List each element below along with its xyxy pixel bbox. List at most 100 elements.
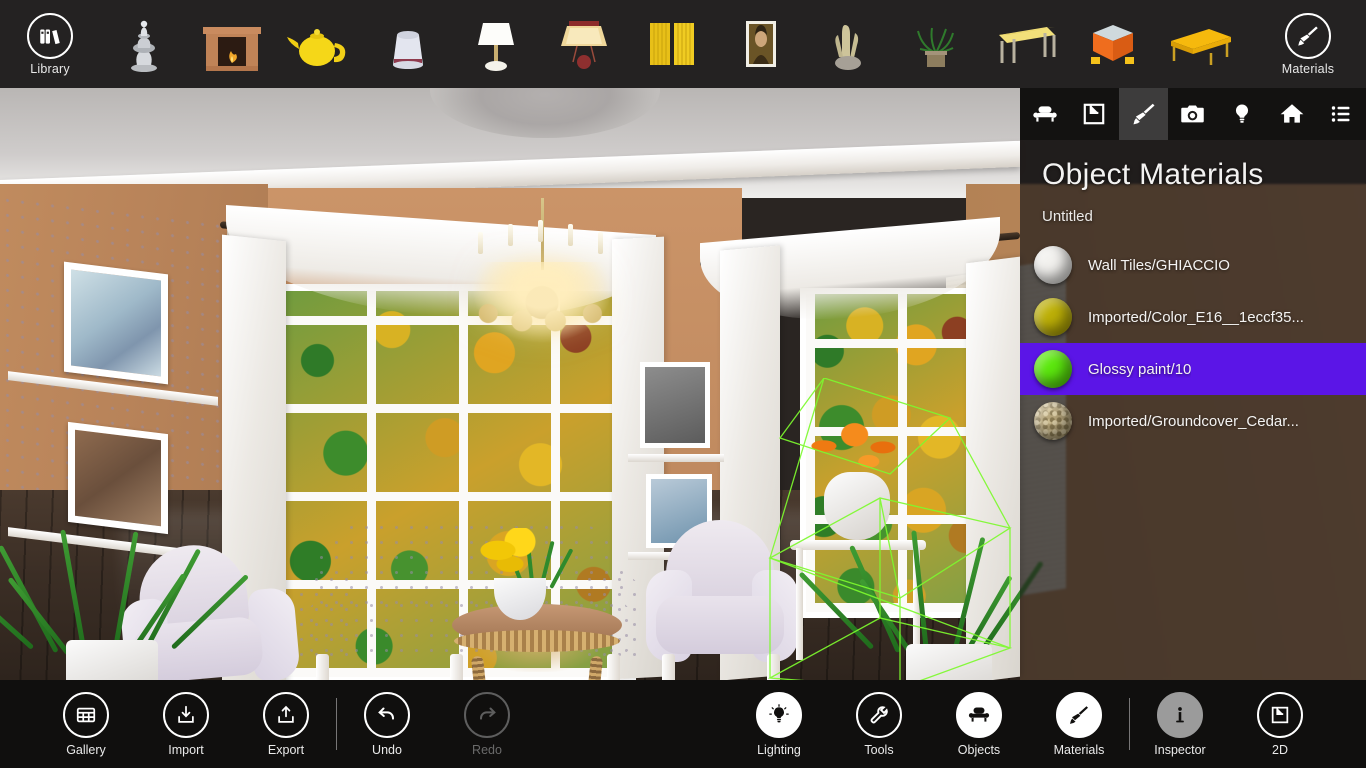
tab-home[interactable] (1267, 88, 1316, 140)
undo-label: Undo (372, 742, 402, 757)
material-row-1[interactable]: Imported/Color_E16__1eccf35... (1020, 291, 1366, 343)
chandelier-candle (508, 224, 513, 246)
coffee-table[interactable] (452, 604, 622, 680)
orange-stool-icon (1075, 13, 1149, 75)
plant-frond (911, 530, 929, 653)
chandelier (452, 198, 632, 358)
tab-camera[interactable] (1168, 88, 1217, 140)
wall-picture-3 (640, 362, 710, 448)
gallery-button[interactable]: Gallery (36, 680, 136, 768)
export-label: Export (267, 742, 305, 757)
export-button[interactable]: Export (236, 680, 336, 768)
panel-title: Object Materials (1042, 158, 1264, 191)
object-thumb-yellow-desk[interactable] (1156, 0, 1244, 88)
top-toolbar: Library Materials (0, 0, 1366, 88)
material-label: Glossy paint/10 (1088, 360, 1192, 378)
redo-label: Redo (472, 742, 502, 757)
library-books-icon (27, 12, 73, 59)
paintbrush-icon (1285, 12, 1331, 59)
vintage-lamp-icon (547, 13, 621, 75)
yellow-teapot-icon (283, 13, 357, 75)
armchair-icon (956, 691, 1002, 738)
wrench-icon (856, 691, 902, 738)
tab-lighting[interactable] (1218, 88, 1267, 140)
chandelier-candle (568, 224, 573, 246)
lighting-label: Lighting (757, 742, 801, 757)
console-leg (796, 548, 803, 660)
library-button[interactable]: Library (0, 0, 100, 88)
lighting-button[interactable]: Lighting (729, 680, 829, 768)
table-lamp-icon (459, 13, 533, 75)
upload-icon (263, 691, 309, 738)
chandelier-candle (478, 232, 483, 254)
fireplace-icon (195, 13, 269, 75)
info-icon (1157, 691, 1203, 738)
tools-label: Tools (864, 742, 894, 757)
object-thumb-yellow-table[interactable] (980, 0, 1068, 88)
material-swatch (1034, 298, 1072, 336)
object-thumb-yellow-teapot[interactable] (276, 0, 364, 88)
material-list: Wall Tiles/GHIACCIO Imported/Color_E16__… (1020, 239, 1366, 447)
mona-lisa-painting-icon (723, 13, 797, 75)
plant-frond (142, 548, 202, 654)
armchair-seat (656, 596, 784, 654)
milk-jug-icon (371, 13, 445, 75)
object-thumb-orange-stool[interactable] (1068, 0, 1156, 88)
object-thumb-milk-jug[interactable] (364, 0, 452, 88)
materials-toolbar-button[interactable]: Materials (1250, 0, 1366, 88)
material-label: Imported/Color_E16__1eccf35... (1088, 308, 1304, 326)
lightbulb-icon (756, 691, 802, 738)
tab-list[interactable] (1317, 88, 1366, 140)
object-thumb-yellow-curtains[interactable] (628, 0, 716, 88)
chandelier-candle (538, 220, 543, 242)
tools-button[interactable]: Tools (829, 680, 929, 768)
wall-picture-2 (68, 421, 168, 535)
gallery-label: Gallery (66, 742, 106, 757)
tab-materials[interactable] (1118, 88, 1169, 140)
toolbar-divider-left (336, 698, 337, 750)
import-button[interactable]: Import (136, 680, 236, 768)
silver-vase-icon (107, 13, 181, 75)
chandelier-body (458, 262, 626, 354)
material-label: Imported/Groundcover_Cedar... (1088, 412, 1299, 430)
redo-button[interactable]: Redo (437, 680, 537, 768)
undo-arrow-icon (364, 691, 410, 738)
library-label: Library (30, 61, 70, 76)
wall-picture-1 (64, 261, 168, 385)
material-swatch (1034, 246, 1072, 284)
2d-button[interactable]: 2D (1230, 680, 1330, 768)
object-thumb-vintage-lamp[interactable] (540, 0, 628, 88)
toolbar-divider-right (1129, 698, 1130, 750)
tab-floorplan[interactable] (1069, 88, 1118, 140)
armchair-right[interactable] (646, 520, 798, 680)
object-thumb-mona-lisa-painting[interactable] (716, 0, 804, 88)
plant-frond (60, 529, 87, 655)
armchair-leg (767, 654, 780, 680)
material-label: Wall Tiles/GHIACCIO (1088, 256, 1230, 274)
material-row-3[interactable]: Imported/Groundcover_Cedar... (1020, 395, 1366, 447)
tab-furniture[interactable] (1020, 88, 1069, 140)
object-thumb-fireplace[interactable] (188, 0, 276, 88)
undo-button[interactable]: Undo (337, 680, 437, 768)
material-row-0[interactable]: Wall Tiles/GHIACCIO (1020, 239, 1366, 291)
cactus-plant-icon (811, 13, 885, 75)
potted-plant-icon (899, 13, 973, 75)
inspector-button[interactable]: Inspector (1130, 680, 1230, 768)
material-swatch (1034, 350, 1072, 388)
object-thumb-potted-plant[interactable] (892, 0, 980, 88)
yellow-curtains-icon (635, 13, 709, 75)
object-thumb-table-lamp[interactable] (452, 0, 540, 88)
material-row-2[interactable]: Glossy paint/10 (1020, 343, 1366, 395)
plant-frond (952, 536, 986, 653)
application-window: Library Materials Object Materials Untit… (0, 0, 1366, 768)
object-materials-panel: Object Materials Untitled Wall Tiles/GHI… (1020, 88, 1366, 680)
object-thumb-silver-vase[interactable] (100, 0, 188, 88)
material-swatch (1034, 402, 1072, 440)
bottom-toolbar: Gallery Import Export Undo Redo Lighting… (0, 680, 1366, 768)
plant-frond (112, 531, 139, 655)
yellow-table-icon (987, 13, 1061, 75)
object-thumb-cactus-plant[interactable] (804, 0, 892, 88)
materials-button[interactable]: Materials (1029, 680, 1129, 768)
2d-label: 2D (1272, 742, 1288, 757)
objects-button[interactable]: Objects (929, 680, 1029, 768)
